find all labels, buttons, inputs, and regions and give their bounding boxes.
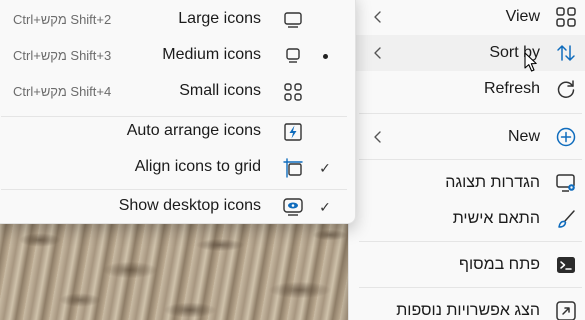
submenu-item-medium-icons[interactable]: Ctrl+מקש Shift+3 Medium icons <box>0 38 355 74</box>
chevron-left-icon <box>372 10 384 24</box>
menu-item-sort-by[interactable]: Sort by <box>349 35 585 71</box>
menu-item-show-more-options[interactable]: הצג אפשרויות נוספות <box>349 293 585 320</box>
menu-item-label: View <box>505 8 540 25</box>
divider <box>359 241 582 242</box>
monitor-large-icon <box>282 9 304 31</box>
submenu-item-align-to-grid[interactable]: Align icons to grid ✓ <box>0 150 355 186</box>
divider <box>359 113 582 114</box>
small-grid-icon <box>282 81 304 103</box>
menu-item-label: הצג אפשרויות נוספות <box>396 302 540 319</box>
four-squares-icon <box>555 6 577 28</box>
submenu-item-small-icons[interactable]: Ctrl+מקש Shift+4 Small icons <box>0 74 355 110</box>
submenu-item-label: Large icons <box>178 10 261 27</box>
submenu-item-auto-arrange[interactable]: Auto arrange icons <box>0 114 355 150</box>
submenu-item-label: Medium icons <box>162 46 261 63</box>
shortcut-text: Ctrl+מקש Shift+4 <box>13 84 112 99</box>
sort-arrows-icon <box>555 42 577 64</box>
shortcut-text: Ctrl+מקש Shift+2 <box>13 12 112 27</box>
auto-arrange-icon <box>282 121 304 143</box>
submenu-item-large-icons[interactable]: Ctrl+מקש Shift+2 Large icons <box>0 2 355 38</box>
divider <box>359 159 582 160</box>
show-desktop-icon <box>282 196 304 218</box>
view-submenu: Ctrl+מקש Shift+2 Large icons Ctrl+מקש Sh… <box>0 0 356 224</box>
menu-item-open-terminal[interactable]: פתח במסוף <box>349 247 585 283</box>
plus-circle-icon <box>555 126 577 148</box>
align-grid-icon <box>282 157 304 179</box>
monitor-medium-icon <box>282 45 304 67</box>
mouse-cursor-icon <box>524 52 540 74</box>
submenu-item-show-desktop-icons[interactable]: Show desktop icons ✓ <box>0 189 355 225</box>
menu-item-new[interactable]: New <box>349 119 585 155</box>
terminal-icon <box>555 254 577 276</box>
context-menu: View Sort by Refresh New הגדרות תצוגה הת… <box>348 0 585 320</box>
selected-dot-icon <box>317 47 333 65</box>
display-settings-icon <box>555 172 577 194</box>
menu-item-label: הגדרות תצוגה <box>445 174 540 191</box>
checkmark-icon: ✓ <box>319 199 331 215</box>
menu-item-display-settings[interactable]: הגדרות תצוגה <box>349 165 585 201</box>
submenu-item-label: Show desktop icons <box>118 197 261 214</box>
checkmark-icon: ✓ <box>319 160 331 176</box>
menu-item-refresh[interactable]: Refresh <box>349 71 585 107</box>
menu-item-personalize[interactable]: התאם אישית <box>349 201 585 237</box>
submenu-item-label: Auto arrange icons <box>126 122 261 139</box>
menu-item-label: התאם אישית <box>452 210 540 227</box>
chevron-left-icon <box>372 130 384 144</box>
menu-item-view[interactable]: View <box>349 0 585 35</box>
brush-icon <box>555 208 577 230</box>
refresh-icon <box>555 78 577 100</box>
menu-item-label: Refresh <box>483 80 540 97</box>
divider <box>359 287 582 288</box>
expand-icon <box>555 300 577 320</box>
chevron-left-icon <box>372 46 384 60</box>
menu-item-label: New <box>507 128 540 145</box>
submenu-item-label: Small icons <box>179 82 261 99</box>
menu-item-label: פתח במסוף <box>459 256 540 273</box>
submenu-item-label: Align icons to grid <box>134 158 261 175</box>
shortcut-text: Ctrl+מקש Shift+3 <box>13 48 112 63</box>
